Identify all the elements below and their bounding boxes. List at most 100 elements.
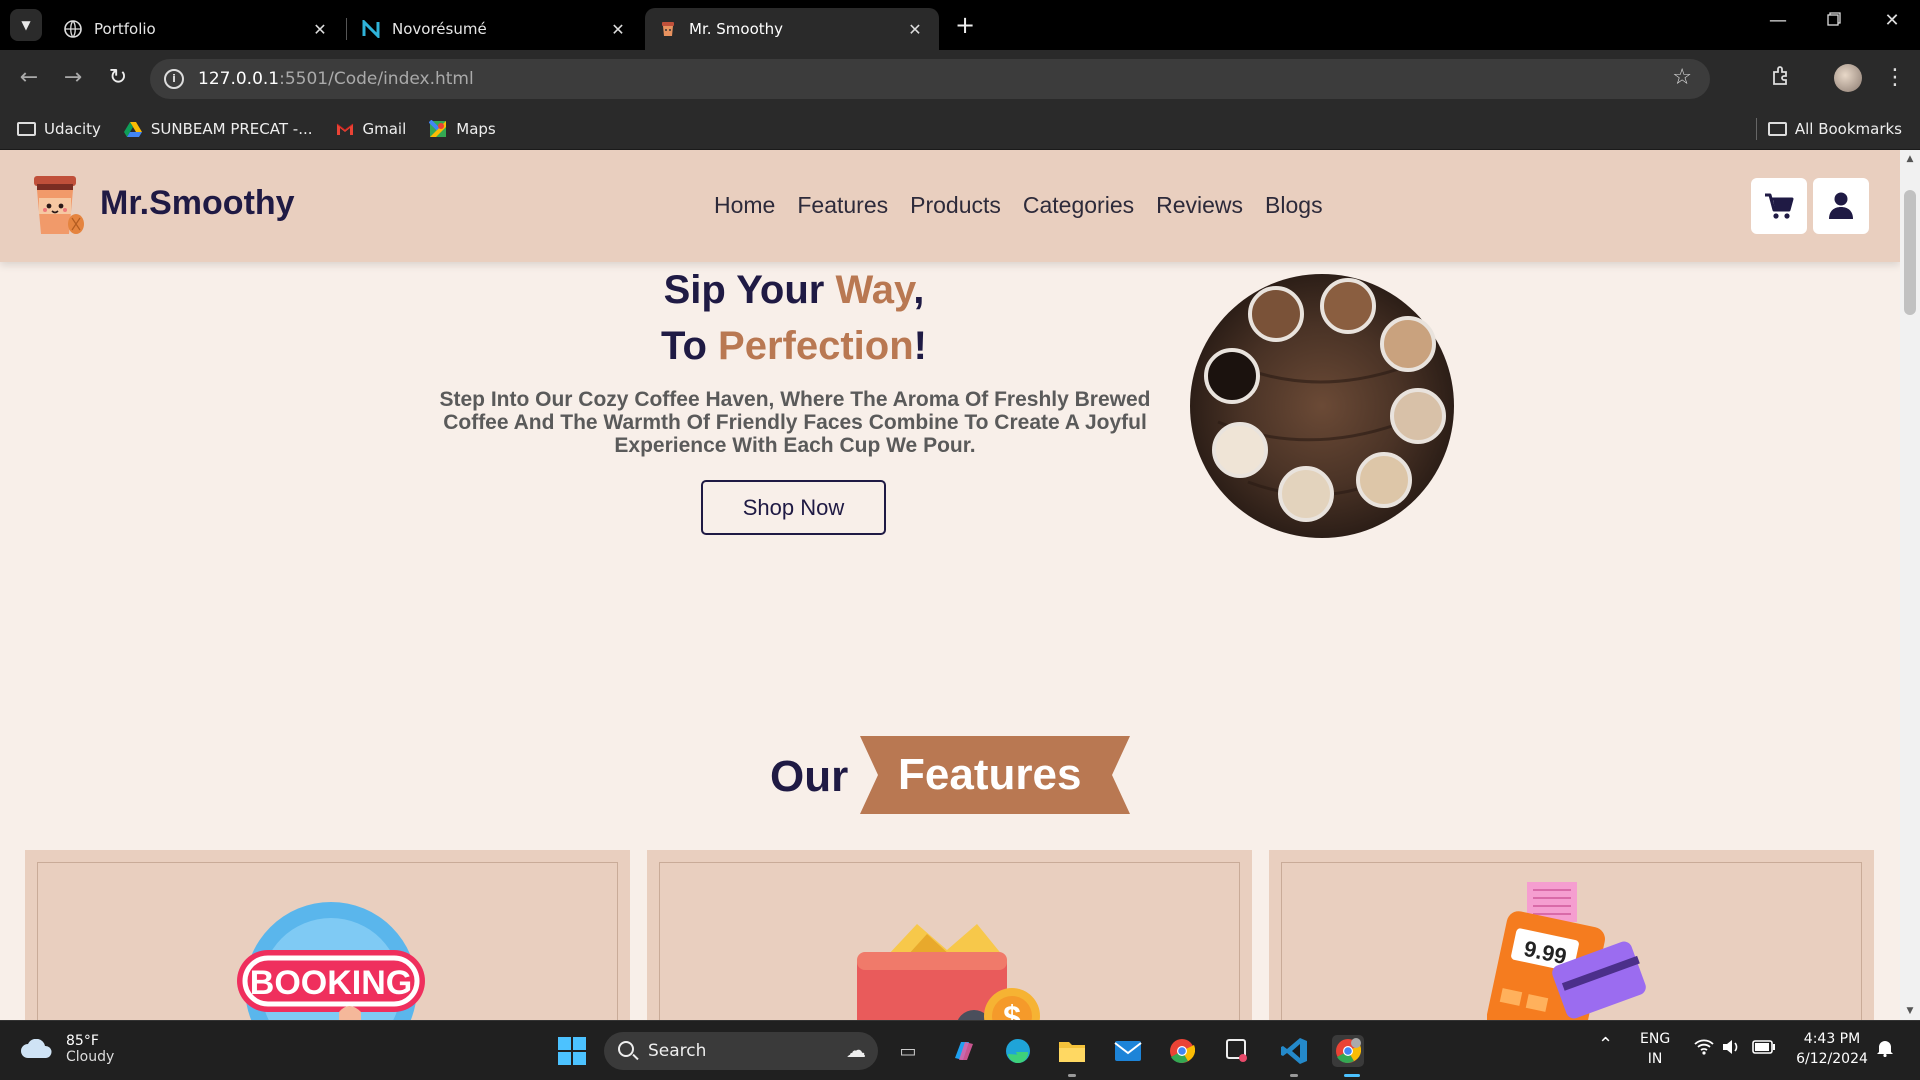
nav-link-reviews[interactable]: Reviews <box>1156 192 1243 219</box>
booking-icon: BOOKING <box>237 902 425 1020</box>
cloud-icon <box>21 1039 52 1058</box>
battery-icon[interactable] <box>1752 1040 1776 1060</box>
notification-bell-icon[interactable] <box>1876 1039 1894 1063</box>
search-label: Search <box>648 1041 707 1061</box>
new-tab-button[interactable]: + <box>950 11 980 41</box>
close-window-icon[interactable]: ✕ <box>1872 10 1912 31</box>
google-maps-icon <box>428 119 448 138</box>
all-bookmarks-button[interactable]: All Bookmarks <box>1767 108 1902 150</box>
nav-link-blogs[interactable]: Blogs <box>1265 192 1323 219</box>
running-indicator <box>1290 1074 1298 1077</box>
tab-mr-smoothy[interactable]: Mr. Smoothy ✕ <box>645 8 939 50</box>
nav-link-home[interactable]: Home <box>714 192 775 219</box>
nav-link-features[interactable]: Features <box>797 192 888 219</box>
language-indicator[interactable]: ENG IN <box>1640 1029 1670 1069</box>
mail-icon[interactable] <box>1112 1035 1144 1067</box>
snipping-tool-icon[interactable] <box>1222 1035 1254 1067</box>
clock-time: 4:43 PM <box>1803 1031 1861 1047</box>
scroll-up-arrow-icon[interactable]: ▲ <box>1900 154 1920 164</box>
cart-icon <box>1765 193 1794 219</box>
task-view-icon[interactable]: ▭ <box>892 1035 924 1067</box>
windows-start-icon[interactable] <box>556 1035 588 1067</box>
features-heading-our: Our <box>770 752 849 801</box>
payment-terminal-icon: 9.99 <box>1487 882 1646 1020</box>
clock[interactable]: 4:43 PM 6/12/2024 <box>1792 1029 1872 1069</box>
user-icon <box>1829 192 1853 219</box>
site-info-icon[interactable]: i <box>164 69 184 89</box>
running-indicator <box>1068 1074 1076 1077</box>
google-drive-icon <box>123 120 143 138</box>
address-bar[interactable]: i 127.0.0.1:5501/Code/index.html ☆ <box>150 59 1710 99</box>
page-scrollbar[interactable]: ▲ ▼ <box>1900 150 1920 1020</box>
site-header: Mr.Smoothy Home Features Products Catego… <box>0 150 1900 262</box>
nav-link-products[interactable]: Products <box>910 192 1001 219</box>
nav-link-categories[interactable]: Categories <box>1023 192 1134 219</box>
cart-button[interactable] <box>1751 178 1807 234</box>
account-button[interactable] <box>1813 178 1869 234</box>
forward-arrow-icon[interactable]: → <box>58 65 88 90</box>
url-host: 127.0.0.1 <box>198 69 280 89</box>
feature-card-wallet: $ <box>647 850 1252 1020</box>
bookmarks-bar: Udacity SUNBEAM PRECAT -... Gmail Maps A… <box>0 108 1920 150</box>
features-heading: Our Features <box>0 736 1900 816</box>
hero-text: To <box>661 324 719 368</box>
volume-icon[interactable] <box>1722 1039 1742 1061</box>
bookmark-maps[interactable]: Maps <box>428 119 496 138</box>
wallet-icon: $ <box>857 924 1040 1020</box>
browser-toolbar: ← → ↻ i 127.0.0.1:5501/Code/index.html ☆… <box>0 50 1920 108</box>
extensions-icon[interactable] <box>1766 65 1796 93</box>
tab-portfolio[interactable]: Portfolio ✕ <box>50 8 344 50</box>
bookmark-udacity[interactable]: Udacity <box>16 120 101 138</box>
coffee-table-image <box>1190 274 1454 538</box>
windows-taskbar: 85°F Cloudy Search ☁ ▭ ⌃ ENG IN 4:43 PM … <box>0 1020 1920 1080</box>
restore-icon[interactable] <box>1814 10 1854 31</box>
brand-name[interactable]: Mr.Smoothy <box>100 184 295 223</box>
copilot-icon[interactable] <box>948 1035 980 1067</box>
edge-icon[interactable] <box>1002 1035 1034 1067</box>
bookmarks-divider <box>1756 118 1757 140</box>
globe-icon <box>64 20 82 38</box>
close-tab-icon[interactable]: ✕ <box>310 20 330 39</box>
mr-smoothy-logo-icon[interactable] <box>28 174 86 238</box>
close-tab-icon[interactable]: ✕ <box>608 20 628 39</box>
all-bookmarks-label: All Bookmarks <box>1794 120 1902 138</box>
scrollbar-thumb[interactable] <box>1904 190 1916 315</box>
weather-condition: Cloudy <box>66 1049 115 1065</box>
search-icon <box>618 1041 634 1057</box>
mr-smoothy-favicon <box>659 20 677 38</box>
weather-temperature: 85°F <box>66 1033 99 1049</box>
hero-accent-text: Way <box>835 268 914 312</box>
tab-novoresume[interactable]: Novorésumé ✕ <box>348 8 642 50</box>
features-heading-word: Features <box>898 750 1082 799</box>
file-explorer-icon[interactable] <box>1056 1035 1088 1067</box>
bookmark-sunbeam[interactable]: SUNBEAM PRECAT -... <box>123 120 313 138</box>
bookmark-gmail[interactable]: Gmail <box>335 119 407 138</box>
show-hidden-icons-chevron-icon[interactable]: ⌃ <box>1598 1035 1613 1055</box>
back-arrow-icon[interactable]: ← <box>14 65 44 90</box>
shop-now-button[interactable]: Shop Now <box>701 480 886 535</box>
page-viewport: Mr.Smoothy Home Features Products Catego… <box>0 150 1900 1020</box>
wifi-icon[interactable] <box>1694 1039 1714 1061</box>
hero-text: , <box>913 268 925 312</box>
bookmark-star-icon[interactable]: ☆ <box>1672 65 1692 90</box>
close-tab-icon[interactable]: ✕ <box>905 20 925 39</box>
clock-date: 6/12/2024 <box>1796 1051 1868 1067</box>
chrome-icon[interactable] <box>1166 1035 1198 1067</box>
bookmark-label: Gmail <box>362 119 407 138</box>
profile-avatar[interactable] <box>1834 64 1862 92</box>
browser-menu-icon[interactable]: ⋮ <box>1880 65 1910 90</box>
weather-widget[interactable]: 85°F Cloudy <box>20 1033 114 1065</box>
vscode-icon[interactable] <box>1278 1035 1310 1067</box>
folder-icon <box>1767 122 1787 136</box>
region-code: IN <box>1647 1051 1663 1067</box>
minimize-icon[interactable]: — <box>1758 10 1798 31</box>
hero-accent-text: Perfection <box>718 324 914 368</box>
svg-text:$: $ <box>1003 999 1021 1020</box>
reload-icon[interactable]: ↻ <box>103 65 133 90</box>
chrome-profile-icon[interactable] <box>1332 1035 1364 1067</box>
hero-description: Step Into Our Cozy Coffee Haven, Where T… <box>439 388 1151 457</box>
scroll-down-arrow-icon[interactable]: ▼ <box>1900 1006 1920 1016</box>
tab-search-button[interactable]: ▼ <box>10 9 42 41</box>
booking-art-text: BOOKING <box>250 964 412 1002</box>
taskbar-search-box[interactable]: Search ☁ <box>604 1032 878 1070</box>
